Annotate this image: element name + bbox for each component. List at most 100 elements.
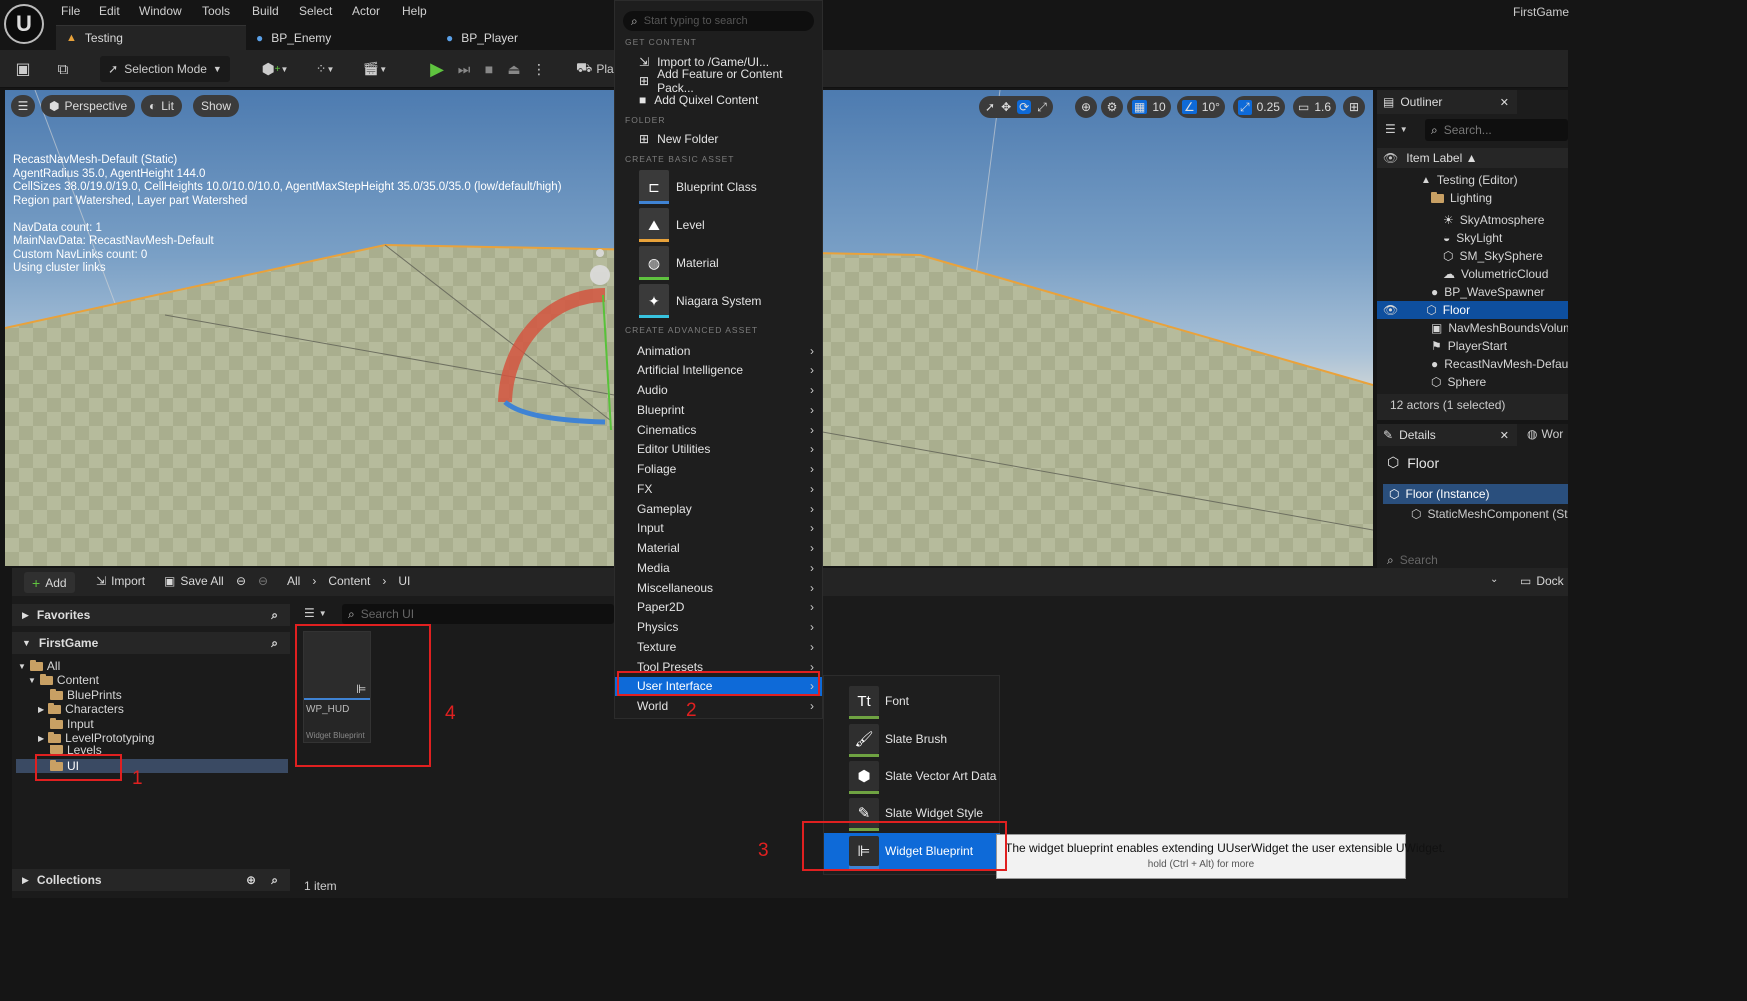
- dock-button[interactable]: ▭ Dock: [1520, 574, 1564, 588]
- outliner-row[interactable]: ☁ VolumetricCloud: [1377, 265, 1568, 283]
- back-icon[interactable]: ⊖: [236, 574, 246, 588]
- menu-item-fx[interactable]: FX ›: [615, 479, 822, 498]
- menu-item-foliage[interactable]: Foliage ›: [615, 460, 822, 479]
- tree-item-all[interactable]: ▼ All: [18, 659, 60, 673]
- menu-item-cinematics[interactable]: Cinematics ›: [615, 420, 822, 439]
- menu-actor[interactable]: Actor: [352, 4, 380, 18]
- outliner-row[interactable]: ● BP_WaveSpawner: [1377, 283, 1568, 301]
- history-dropdown-icon[interactable]: ⌄: [1490, 574, 1498, 585]
- eject-icon[interactable]: ⏏: [504, 56, 524, 82]
- outliner-row[interactable]: Lighting: [1377, 189, 1568, 207]
- details-search-input[interactable]: ⌕ Search: [1383, 552, 1568, 568]
- camera-speed-button[interactable]: ▭ 1.6: [1293, 96, 1337, 118]
- rotate-tool-icon[interactable]: ⟳: [1017, 100, 1032, 114]
- outliner-row[interactable]: ● RecastNavMesh-Defau: [1377, 355, 1568, 373]
- menu-item-paper2d[interactable]: Paper2D ›: [615, 598, 822, 617]
- add-collection-icon[interactable]: ⊕: [246, 873, 256, 887]
- save-icon[interactable]: ▣: [10, 56, 36, 82]
- close-icon[interactable]: ✕: [1500, 429, 1509, 442]
- menu-item-artificial-intelligence[interactable]: Artificial Intelligence ›: [615, 361, 822, 380]
- menu-help[interactable]: Help: [402, 4, 427, 18]
- menu-item-editor-utilities[interactable]: Editor Utilities ›: [615, 440, 822, 459]
- tab-bp-player[interactable]: ● BP_Player: [436, 25, 614, 50]
- breadcrumb-content[interactable]: Content: [328, 574, 370, 588]
- world-space-icon[interactable]: ⊕: [1075, 96, 1097, 118]
- more-options-icon[interactable]: ⋮: [532, 56, 546, 82]
- search-icon[interactable]: ⌕: [271, 608, 278, 623]
- menu-window[interactable]: Window: [139, 4, 182, 18]
- outliner-row[interactable]: ⚑ PlayerStart: [1377, 337, 1568, 355]
- details-tab[interactable]: ✎ Details ✕: [1377, 424, 1517, 446]
- menu-item-audio[interactable]: Audio ›: [615, 381, 822, 400]
- play-icon[interactable]: ▶: [426, 56, 448, 82]
- asset-search-input[interactable]: ⌕ Search UI: [342, 604, 614, 624]
- scale-tool-icon[interactable]: ⤢: [1037, 100, 1047, 115]
- tree-item-blueprints[interactable]: BluePrints: [50, 688, 122, 702]
- breadcrumb-ui[interactable]: UI: [398, 574, 410, 588]
- world-settings-tab[interactable]: ◍ Wor: [1527, 427, 1563, 441]
- menu-item-level[interactable]: ⛰ Level: [615, 207, 822, 243]
- item-label-column[interactable]: Item Label ▲: [1406, 151, 1477, 165]
- select-tool-icon[interactable]: ➚: [985, 100, 995, 114]
- translate-tool-icon[interactable]: ✥: [1001, 100, 1011, 114]
- stop-icon[interactable]: ■: [480, 56, 498, 82]
- eye-icon[interactable]: 👁︎: [1383, 151, 1398, 165]
- grid-snap-button[interactable]: ▦ 10: [1127, 96, 1171, 118]
- menu-file[interactable]: File: [61, 4, 80, 18]
- outliner-row[interactable]: ⬡ SM_SkySphere: [1377, 247, 1568, 265]
- scale-snap-button[interactable]: ⤢ 0.25: [1233, 96, 1285, 118]
- perspective-button[interactable]: ⬢ Perspective: [41, 95, 136, 117]
- breadcrumb-all[interactable]: All: [287, 574, 300, 588]
- menu-item-gameplay[interactable]: Gameplay ›: [615, 499, 822, 518]
- menu-item-media[interactable]: Media ›: [615, 558, 822, 577]
- component-row[interactable]: ⬡ StaticMeshComponent (St: [1411, 507, 1568, 521]
- submenu-item-slate-vector[interactable]: ⬢ Slate Vector Art Data: [824, 758, 1000, 794]
- menu-item-world[interactable]: World ›: [615, 697, 822, 716]
- outliner-search-input[interactable]: ⌕ Search...: [1425, 119, 1568, 141]
- tree-item-characters[interactable]: ▶ Characters: [38, 702, 124, 716]
- menu-tools[interactable]: Tools: [202, 4, 230, 18]
- menu-search-input[interactable]: ⌕ Start typing to search: [623, 11, 814, 31]
- menu-item-quixel[interactable]: ■ Add Quixel Content: [615, 91, 822, 109]
- outliner-tab[interactable]: ▤ Outliner ✕: [1377, 90, 1517, 114]
- forward-icon[interactable]: ⊖: [258, 574, 268, 588]
- collections-header[interactable]: ▶ Collections ⊕ ⌕: [12, 869, 290, 891]
- show-button[interactable]: Show: [193, 95, 240, 117]
- submenu-item-slate-brush[interactable]: 🖌︎ Slate Brush: [824, 721, 1000, 757]
- menu-item-animation[interactable]: Animation ›: [615, 341, 822, 360]
- import-button[interactable]: ⇲ Import: [96, 574, 145, 588]
- lit-button[interactable]: ◐ Lit: [141, 95, 182, 117]
- outliner-row-selected[interactable]: 👁︎ ⬡ Floor: [1377, 301, 1568, 319]
- tree-item-input[interactable]: Input: [50, 717, 94, 731]
- menu-item-miscellaneous[interactable]: Miscellaneous ›: [615, 578, 822, 597]
- rotation-snap-button[interactable]: ∠ 10°: [1177, 96, 1225, 118]
- close-icon[interactable]: ✕: [1500, 96, 1509, 109]
- menu-item-niagara[interactable]: ✦ Niagara System: [615, 283, 822, 319]
- content-browser-icon[interactable]: ⧉: [50, 56, 76, 82]
- blueprints-button[interactable]: ⁘ ▼: [306, 56, 344, 82]
- menu-edit[interactable]: Edit: [99, 4, 120, 18]
- submenu-item-font[interactable]: Tt Font: [824, 683, 1000, 719]
- favorites-header[interactable]: ▶ Favorites ⌕: [12, 604, 290, 626]
- menu-build[interactable]: Build: [252, 4, 279, 18]
- add-button[interactable]: + Add: [24, 572, 75, 593]
- menu-item-material[interactable]: Material ›: [615, 539, 822, 558]
- outliner-row[interactable]: ▣ NavMeshBoundsVolum: [1377, 319, 1568, 337]
- menu-item-add-feature[interactable]: ⊞ Add Feature or Content Pack...: [615, 67, 822, 95]
- filter-button[interactable]: ☰ ▼: [1385, 122, 1408, 136]
- menu-select[interactable]: Select: [299, 4, 332, 18]
- menu-item-input[interactable]: Input ›: [615, 519, 822, 538]
- project-header[interactable]: ▼ FirstGame ⌕: [12, 632, 290, 654]
- tree-item-levels[interactable]: Levels: [50, 745, 102, 754]
- tab-bp-enemy[interactable]: ● BP_Enemy: [246, 25, 436, 50]
- unreal-logo-icon[interactable]: U: [4, 4, 44, 44]
- outliner-row[interactable]: ▲ Testing (Editor): [1377, 171, 1568, 189]
- tree-item-levelprototyping[interactable]: ▶ LevelPrototyping: [38, 731, 155, 745]
- tab-testing[interactable]: ▲ Testing: [56, 25, 246, 50]
- menu-item-blueprint[interactable]: Blueprint ›: [615, 400, 822, 419]
- outliner-row[interactable]: ☀ SkyAtmosphere: [1377, 211, 1568, 229]
- outliner-row[interactable]: ⬡ Sphere: [1377, 373, 1568, 391]
- cinematics-button[interactable]: 🎬︎ ▼: [356, 56, 394, 82]
- search-icon[interactable]: ⌕: [271, 873, 278, 888]
- tree-item-content[interactable]: ▼ Content: [28, 673, 99, 687]
